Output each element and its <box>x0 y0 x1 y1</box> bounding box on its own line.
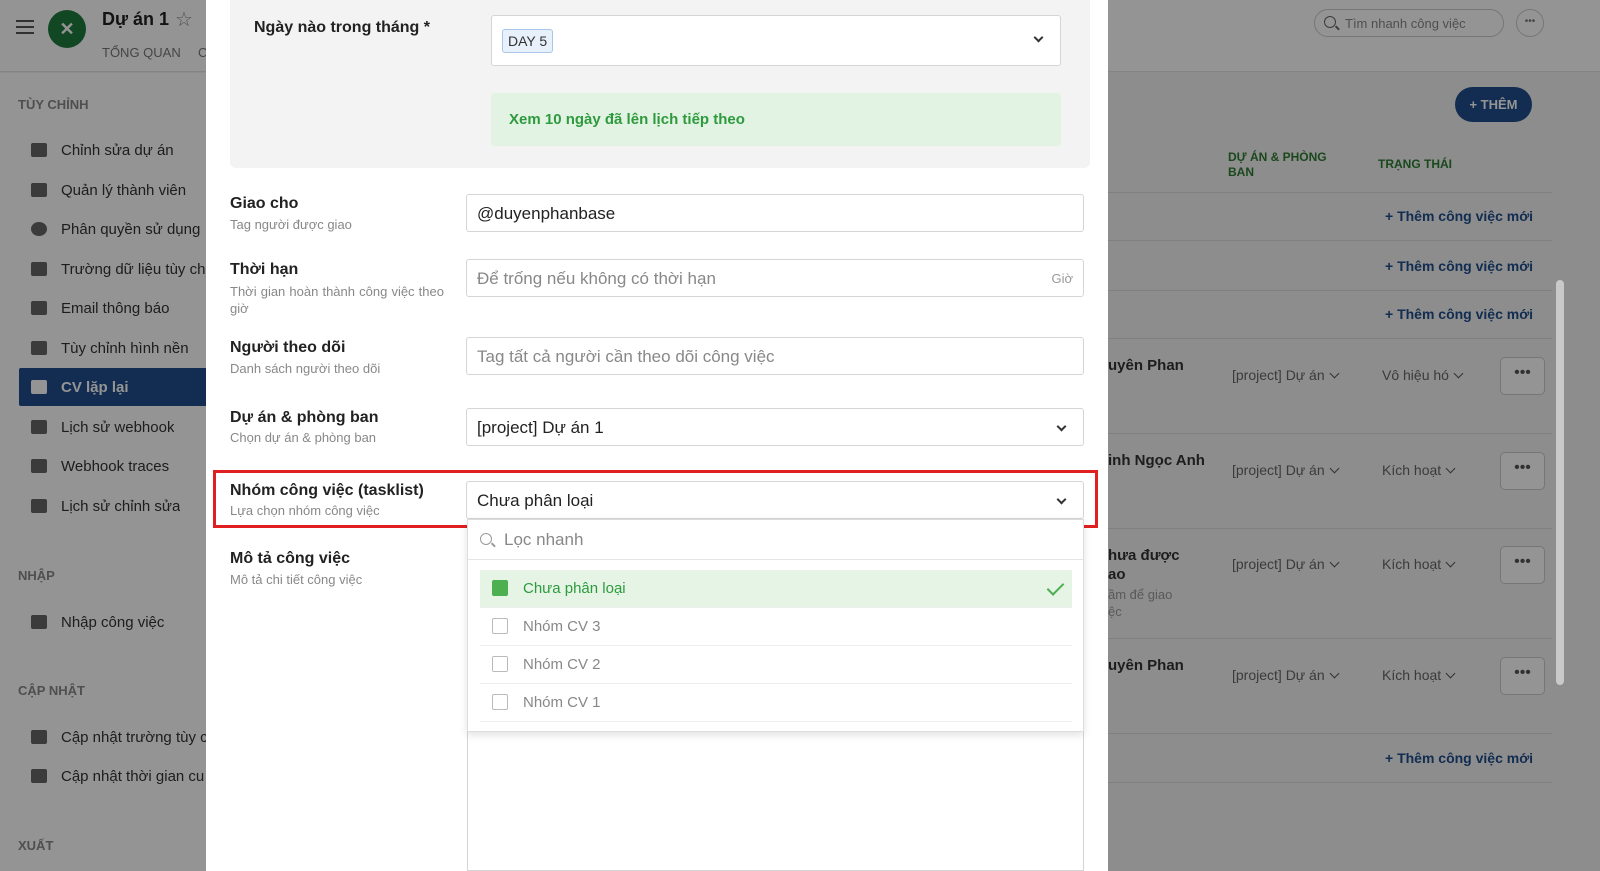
assign-label: Giao cho <box>230 195 299 212</box>
chevron-down-icon <box>1033 32 1044 43</box>
assign-sub: Tag người được giao <box>230 217 352 232</box>
day-of-month-label: Ngày nào trong tháng * <box>254 19 430 36</box>
search-icon <box>480 533 492 545</box>
followers-sub: Danh sách người theo dõi <box>230 361 381 376</box>
hours-suffix: Giờ <box>1051 271 1073 286</box>
deadline-input[interactable]: Để trống nếu không có thời hạn Giờ <box>466 259 1084 297</box>
chevron-down-icon <box>1056 494 1067 505</box>
day-of-month-select[interactable]: DAY 5 <box>491 15 1061 66</box>
followers-label: Người theo dõi <box>230 339 346 356</box>
option-label: Nhóm CV 3 <box>523 618 601 635</box>
day-chip[interactable]: DAY 5 <box>502 29 554 53</box>
check-icon <box>1046 578 1065 596</box>
followers-input[interactable]: Tag tất cả người cần theo dõi công việc <box>466 337 1084 375</box>
tasklist-sub: Lựa chọn nhóm công việc <box>230 503 380 518</box>
preview-schedule-button[interactable]: Xem 10 ngày đã lên lịch tiếp theo <box>491 93 1061 146</box>
checkbox-icon <box>492 618 508 634</box>
tasklist-option[interactable]: Nhóm CV 1 <box>480 684 1072 722</box>
checkbox-icon <box>492 580 508 596</box>
tasklist-select-value: Chưa phân loại <box>477 491 594 510</box>
description-editor[interactable] <box>467 731 1084 871</box>
schedule-panel: Ngày nào trong tháng * DAY 5 Xem 10 ngày… <box>230 0 1090 168</box>
dropdown-filter-input[interactable]: Lọc nhanh <box>468 520 1083 560</box>
project-label: Dự án & phòng ban <box>230 409 379 426</box>
option-label: Nhóm CV 2 <box>523 656 601 673</box>
recurring-task-modal: Ngày nào trong tháng * DAY 5 Xem 10 ngày… <box>206 0 1108 871</box>
tasklist-option[interactable]: Chưa phân loại <box>480 570 1072 608</box>
checkbox-icon <box>492 694 508 710</box>
tasklist-dropdown: Lọc nhanh Chưa phân loại Nhóm CV 3 Nhóm … <box>467 519 1084 732</box>
description-sub: Mô tả chi tiết công việc <box>230 572 363 587</box>
project-select[interactable]: [project] Dự án 1 <box>466 408 1084 446</box>
checkbox-icon <box>492 656 508 672</box>
tasklist-label: Nhóm công việc (tasklist) <box>230 482 424 499</box>
tasklist-option[interactable]: Nhóm CV 2 <box>480 646 1072 684</box>
scrollbar[interactable] <box>1556 280 1564 685</box>
option-label: Chưa phân loại <box>523 580 626 597</box>
assignee-input[interactable]: @duyenphanbase <box>466 194 1084 232</box>
deadline-sub: Thời gian hoàn thành công việc theo giờ <box>230 284 444 316</box>
tasklist-option[interactable]: Nhóm CV 3 <box>480 608 1072 646</box>
deadline-placeholder: Để trống nếu không có thời hạn <box>477 269 716 288</box>
description-label: Mô tả công việc <box>230 550 351 567</box>
filter-placeholder: Lọc nhanh <box>504 530 584 549</box>
project-select-value: [project] Dự án 1 <box>477 418 604 437</box>
project-sub: Chọn dự án & phòng ban <box>230 430 377 445</box>
chevron-down-icon <box>1056 421 1067 432</box>
option-label: Nhóm CV 1 <box>523 694 601 711</box>
deadline-label: Thời hạn <box>230 261 299 278</box>
tasklist-select[interactable]: Chưa phân loại <box>466 481 1084 519</box>
